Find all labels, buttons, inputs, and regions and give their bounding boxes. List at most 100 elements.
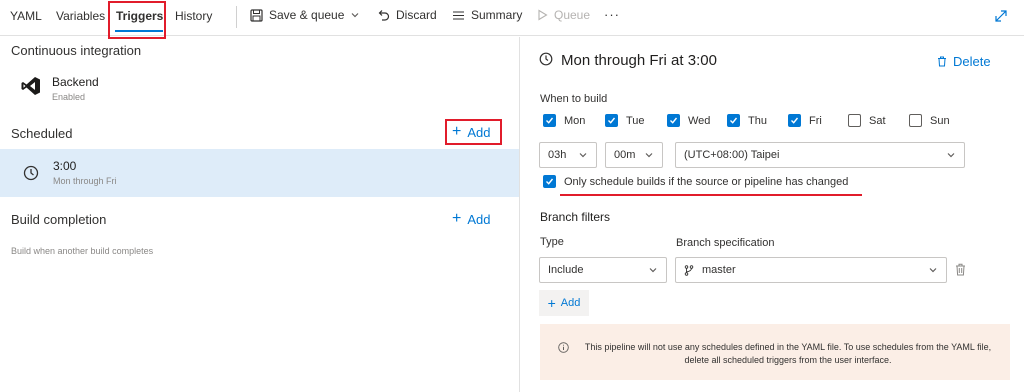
when-to-build-label: When to build <box>540 93 608 105</box>
pane-divider <box>519 37 520 392</box>
day-label: Mon <box>564 114 586 127</box>
delete-label: Delete <box>953 54 991 69</box>
plus-icon: + <box>547 295 556 311</box>
checkbox-box <box>543 114 556 127</box>
play-icon <box>538 9 548 21</box>
checkbox-box <box>727 114 740 127</box>
checkmark-icon <box>791 117 799 124</box>
day-checkbox-sat[interactable]: Sat <box>848 114 886 127</box>
tab-variables[interactable]: Variables <box>56 9 105 23</box>
schedule-days: Mon through Fri <box>53 176 117 186</box>
save-queue-button[interactable]: Save & queue <box>250 8 360 22</box>
minute-value: 00m <box>614 149 636 161</box>
checkmark-icon <box>608 117 616 124</box>
chevron-down-icon <box>579 153 587 158</box>
build-completion-title: Build completion <box>11 212 107 227</box>
chevron-down-icon <box>929 268 937 273</box>
timezone-select[interactable]: (UTC+08:00) Taipei <box>675 142 965 168</box>
chevron-down-icon <box>351 13 359 18</box>
branch-spec-label: Branch specification <box>676 237 775 249</box>
day-checkbox-thu[interactable]: Thu <box>727 114 767 127</box>
day-label: Thu <box>748 114 767 127</box>
filter-type-select[interactable]: Include <box>539 257 667 283</box>
trash-icon <box>938 56 946 67</box>
minute-select[interactable]: 00m <box>605 142 663 168</box>
add-branch-filter-label: Add <box>560 297 581 309</box>
discard-button[interactable]: Discard <box>377 8 437 22</box>
add-branch-filter-button[interactable]: + Add <box>539 290 589 316</box>
checkbox-box <box>909 114 922 127</box>
checkbox-box <box>788 114 801 127</box>
day-label: Sat <box>869 114 886 127</box>
summary-label: Summary <box>471 8 523 22</box>
save-queue-label: Save & queue <box>269 8 345 22</box>
save-icon <box>250 8 263 22</box>
day-label: Fri <box>809 114 822 127</box>
list-icon <box>453 10 464 20</box>
plus-icon: + <box>452 210 462 227</box>
day-label: Sun <box>930 114 950 127</box>
branch-select[interactable]: master <box>675 257 947 283</box>
day-checkbox-tue[interactable]: Tue <box>605 114 645 127</box>
day-checkbox-sun[interactable]: Sun <box>909 114 950 127</box>
checkbox-box <box>667 114 680 127</box>
only-if-changed-checkbox[interactable]: Only schedule builds if the source or pi… <box>543 175 848 188</box>
day-checkbox-mon[interactable]: Mon <box>543 114 585 127</box>
day-checkbox-wed[interactable]: Wed <box>667 114 710 127</box>
chevron-down-icon <box>645 153 653 158</box>
timezone-value: (UTC+08:00) Taipei <box>684 149 780 161</box>
tab-yaml[interactable]: YAML <box>10 9 42 23</box>
only-if-changed-label: Only schedule builds if the source or pi… <box>564 175 849 188</box>
add-build-completion-label: Add <box>467 211 491 227</box>
undo-icon <box>378 9 390 21</box>
more-actions-button[interactable]: ··· <box>604 7 620 22</box>
ci-trigger-item[interactable]: Backend Enabled <box>0 68 519 108</box>
toolbar: YAML Variables Triggers History Save & q… <box>0 0 1024 39</box>
branch-value: master <box>702 264 736 276</box>
checkbox-box <box>848 114 861 127</box>
chevron-down-icon <box>649 268 657 273</box>
add-annotation-box <box>445 119 502 145</box>
queue-label: Queue <box>554 8 591 22</box>
trash-icon[interactable] <box>955 263 966 276</box>
clock-icon <box>539 52 553 66</box>
checkmark-icon <box>670 117 678 124</box>
day-label: Wed <box>688 114 711 127</box>
filter-type-value: Include <box>548 264 584 276</box>
schedule-list-item[interactable]: 3:00 Mon through Fri <box>0 149 519 197</box>
annotation-underline <box>560 194 862 196</box>
hour-value: 03h <box>548 149 567 161</box>
chevron-down-icon <box>947 153 955 158</box>
visual-studio-icon <box>21 77 40 95</box>
hour-select[interactable]: 03h <box>539 142 597 168</box>
checkmark-icon <box>730 117 738 124</box>
checkbox-box <box>605 114 618 127</box>
checkmark-icon <box>546 178 554 185</box>
toolbar-separator <box>236 6 237 28</box>
day-checkbox-fri[interactable]: Fri <box>788 114 822 127</box>
triggers-annotation-box <box>108 1 166 39</box>
queue-button[interactable]: Queue <box>537 8 590 22</box>
ci-item-name: Backend <box>52 75 99 89</box>
ci-section-title: Continuous integration <box>11 43 142 58</box>
ci-item-status: Enabled <box>52 92 86 102</box>
clock-icon <box>23 165 39 181</box>
info-message-bar: This pipeline will not use any schedules… <box>540 324 1010 380</box>
type-label: Type <box>540 236 564 248</box>
expand-icon[interactable] <box>994 9 1008 23</box>
tab-history[interactable]: History <box>175 9 212 23</box>
add-build-completion-button[interactable]: + Add <box>452 211 490 227</box>
info-message-text: This pipeline will not use any schedules… <box>584 342 992 365</box>
branch-icon <box>684 264 694 276</box>
branch-filters-title: Branch filters <box>540 210 611 224</box>
day-label: Tue <box>626 114 645 127</box>
info-icon <box>558 342 569 353</box>
build-completion-description: Build when another build completes <box>11 246 154 256</box>
schedule-detail-title: Mon through Fri at 3:00 <box>561 52 717 69</box>
delete-button[interactable]: Delete <box>937 54 991 69</box>
checkmark-icon <box>546 117 554 124</box>
summary-button[interactable]: Summary <box>452 8 522 22</box>
discard-label: Discard <box>396 8 437 22</box>
schedule-time: 3:00 <box>53 159 77 173</box>
checkbox-box <box>543 175 556 188</box>
